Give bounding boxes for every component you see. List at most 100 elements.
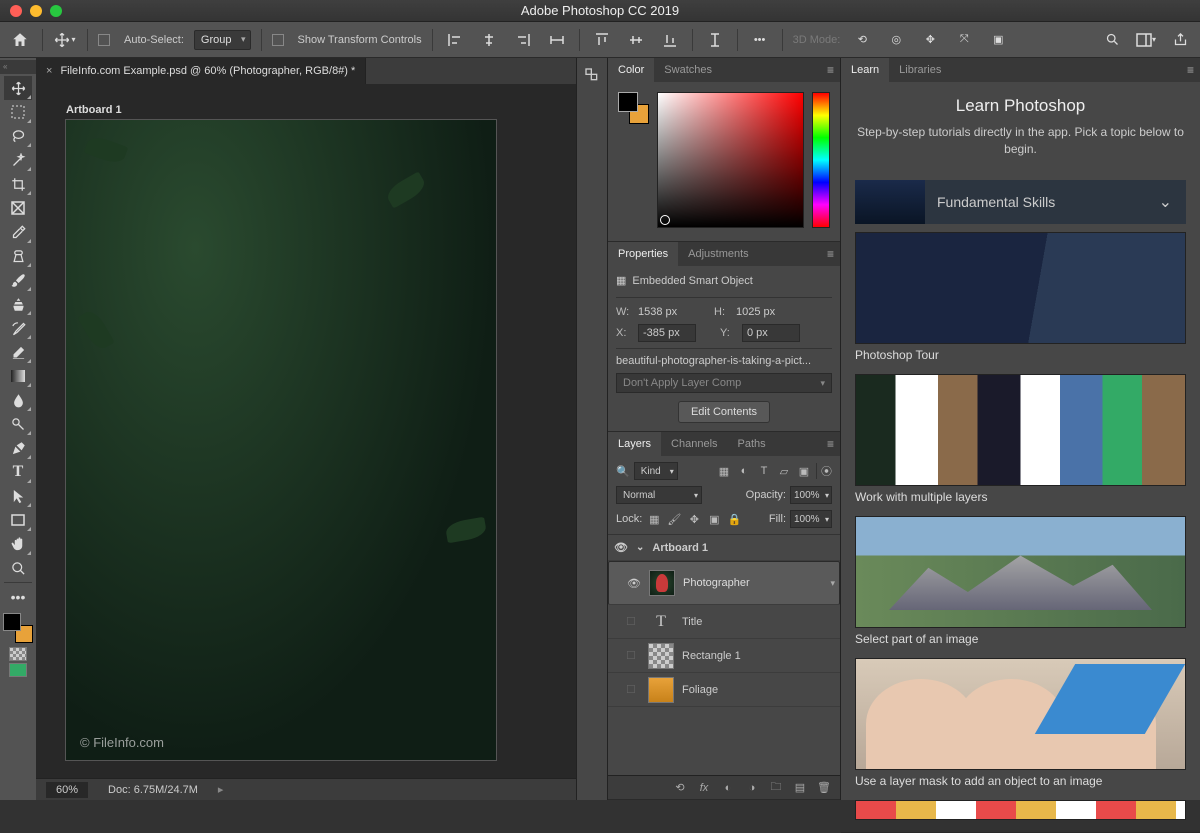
layer-name[interactable]: Photographer — [683, 577, 750, 589]
tools-collapse[interactable] — [0, 60, 36, 74]
move-tool-icon[interactable]: ▾ — [53, 28, 77, 52]
learn-card-mask[interactable]: Use a layer mask to add an object to an … — [855, 658, 1186, 788]
x-input[interactable] — [638, 324, 696, 342]
blur-tool[interactable] — [4, 388, 32, 412]
workspace-icon[interactable]: ▾ — [1134, 28, 1158, 52]
layer-foliage[interactable]: ☐ Foliage — [608, 673, 840, 707]
layer-thumbnail[interactable] — [649, 570, 675, 596]
auto-select-target[interactable]: Group — [194, 30, 251, 50]
home-icon[interactable] — [8, 28, 32, 52]
quickmask-icon[interactable] — [9, 647, 27, 661]
document-tab[interactable]: × FileInfo.com Example.psd @ 60% (Photog… — [36, 58, 366, 84]
learn-card-tour[interactable]: Photoshop Tour — [855, 232, 1186, 362]
history-panel-icon[interactable] — [581, 64, 603, 86]
color-field[interactable] — [657, 92, 804, 228]
y-input[interactable] — [742, 324, 800, 342]
layer-mask-icon[interactable]: ◐ — [720, 780, 736, 796]
magic-wand-tool[interactable] — [4, 148, 32, 172]
align-bottom-icon[interactable] — [658, 28, 682, 52]
auto-select-checkbox[interactable] — [98, 34, 110, 46]
filter-smart-icon[interactable]: ▣ — [796, 463, 812, 479]
clone-stamp-tool[interactable] — [4, 292, 32, 316]
more-options-icon[interactable]: ••• — [748, 28, 772, 52]
color-swatches[interactable] — [3, 613, 33, 643]
blend-mode-select[interactable]: Normal — [616, 486, 702, 504]
lock-image-icon[interactable]: 🖌 — [666, 511, 682, 527]
canvas-area[interactable]: Artboard 1 © FileInfo.com — [36, 84, 576, 778]
layer-name[interactable]: Title — [682, 616, 702, 628]
tab-swatches[interactable]: Swatches — [654, 58, 722, 82]
path-selection-tool[interactable] — [4, 484, 32, 508]
layer-name[interactable]: Foliage — [682, 684, 718, 696]
layer-name[interactable]: Artboard 1 — [652, 542, 708, 554]
gradient-tool[interactable] — [4, 364, 32, 388]
chevron-down-icon[interactable]: ⌄ — [636, 542, 644, 553]
zoom-level[interactable]: 60% — [46, 782, 88, 798]
align-center-h-icon[interactable] — [477, 28, 501, 52]
fill-input[interactable]: 100% — [790, 510, 832, 528]
eraser-tool[interactable] — [4, 340, 32, 364]
learn-card-layers[interactable]: Work with multiple layers — [855, 374, 1186, 504]
distribute-v-icon[interactable] — [703, 28, 727, 52]
layer-comp-select[interactable]: Don't Apply Layer Comp — [616, 373, 832, 393]
show-transform-checkbox[interactable] — [272, 34, 284, 46]
move-tool[interactable] — [4, 76, 32, 100]
filter-kind-select[interactable]: Kind — [634, 462, 678, 480]
filter-type-icon[interactable]: T — [756, 463, 772, 479]
share-icon[interactable] — [1168, 28, 1192, 52]
tab-adjustments[interactable]: Adjustments — [678, 242, 759, 266]
visibility-icon[interactable]: ☐ — [626, 649, 640, 662]
eyedropper-tool[interactable] — [4, 220, 32, 244]
tab-learn[interactable]: Learn — [841, 58, 889, 82]
brush-tool[interactable] — [4, 268, 32, 292]
tab-paths[interactable]: Paths — [728, 432, 776, 456]
delete-layer-icon[interactable]: 🗑 — [816, 780, 832, 796]
align-left-icon[interactable] — [443, 28, 467, 52]
learn-card-select[interactable]: Select part of an image — [855, 516, 1186, 646]
group-icon[interactable]: 🗀 — [768, 780, 784, 796]
layer-thumbnail[interactable] — [648, 643, 674, 669]
tab-color[interactable]: Color — [608, 58, 654, 82]
edit-contents-button[interactable]: Edit Contents — [678, 401, 770, 423]
link-layers-icon[interactable]: ⟲ — [672, 780, 688, 796]
visibility-icon[interactable]: ☐ — [626, 683, 640, 696]
hue-slider[interactable] — [812, 92, 830, 228]
type-tool[interactable]: T — [4, 460, 32, 484]
new-layer-icon[interactable]: ▤ — [792, 780, 808, 796]
artboard[interactable]: © FileInfo.com — [66, 120, 496, 760]
tab-libraries[interactable]: Libraries — [889, 58, 951, 82]
lock-position-icon[interactable]: ✥ — [686, 511, 702, 527]
frame-tool[interactable] — [4, 196, 32, 220]
marquee-tool[interactable] — [4, 100, 32, 124]
filter-shape-icon[interactable]: ▱ — [776, 463, 792, 479]
distribute-h-icon[interactable] — [545, 28, 569, 52]
history-brush-tool[interactable] — [4, 316, 32, 340]
learn-section-fundamental[interactable]: Fundamental Skills ⌄ — [855, 180, 1186, 224]
close-tab-icon[interactable]: × — [46, 65, 52, 77]
lock-all-icon[interactable]: 🔒 — [726, 511, 742, 527]
learn-menu-icon[interactable]: ≡ — [1187, 63, 1194, 77]
visibility-icon[interactable]: 👁 — [627, 577, 641, 590]
filter-pixel-icon[interactable]: ▦ — [716, 463, 732, 479]
tab-layers[interactable]: Layers — [608, 432, 661, 456]
crop-tool[interactable] — [4, 172, 32, 196]
rectangle-tool[interactable] — [4, 508, 32, 532]
layer-photographer[interactable]: 👁 Photographer — [608, 561, 840, 605]
lock-artboard-icon[interactable]: ▣ — [706, 511, 722, 527]
filter-adjust-icon[interactable]: ◐ — [736, 463, 752, 479]
adjustment-layer-icon[interactable]: ◑ — [744, 780, 760, 796]
learn-card-more[interactable] — [855, 800, 1186, 820]
lasso-tool[interactable] — [4, 124, 32, 148]
layer-thumbnail[interactable]: T — [648, 609, 674, 635]
color-panel-menu-icon[interactable]: ≡ — [827, 63, 834, 77]
align-right-icon[interactable] — [511, 28, 535, 52]
zoom-tool[interactable] — [4, 556, 32, 580]
align-center-v-icon[interactable] — [624, 28, 648, 52]
filter-toggle-icon[interactable]: ⦿ — [816, 463, 832, 479]
screenmode-icon[interactable] — [9, 663, 27, 677]
pen-tool[interactable] — [4, 436, 32, 460]
properties-menu-icon[interactable]: ≡ — [827, 247, 834, 261]
layer-thumbnail[interactable] — [648, 677, 674, 703]
layer-title[interactable]: ☐ T Title — [608, 605, 840, 639]
dodge-tool[interactable] — [4, 412, 32, 436]
